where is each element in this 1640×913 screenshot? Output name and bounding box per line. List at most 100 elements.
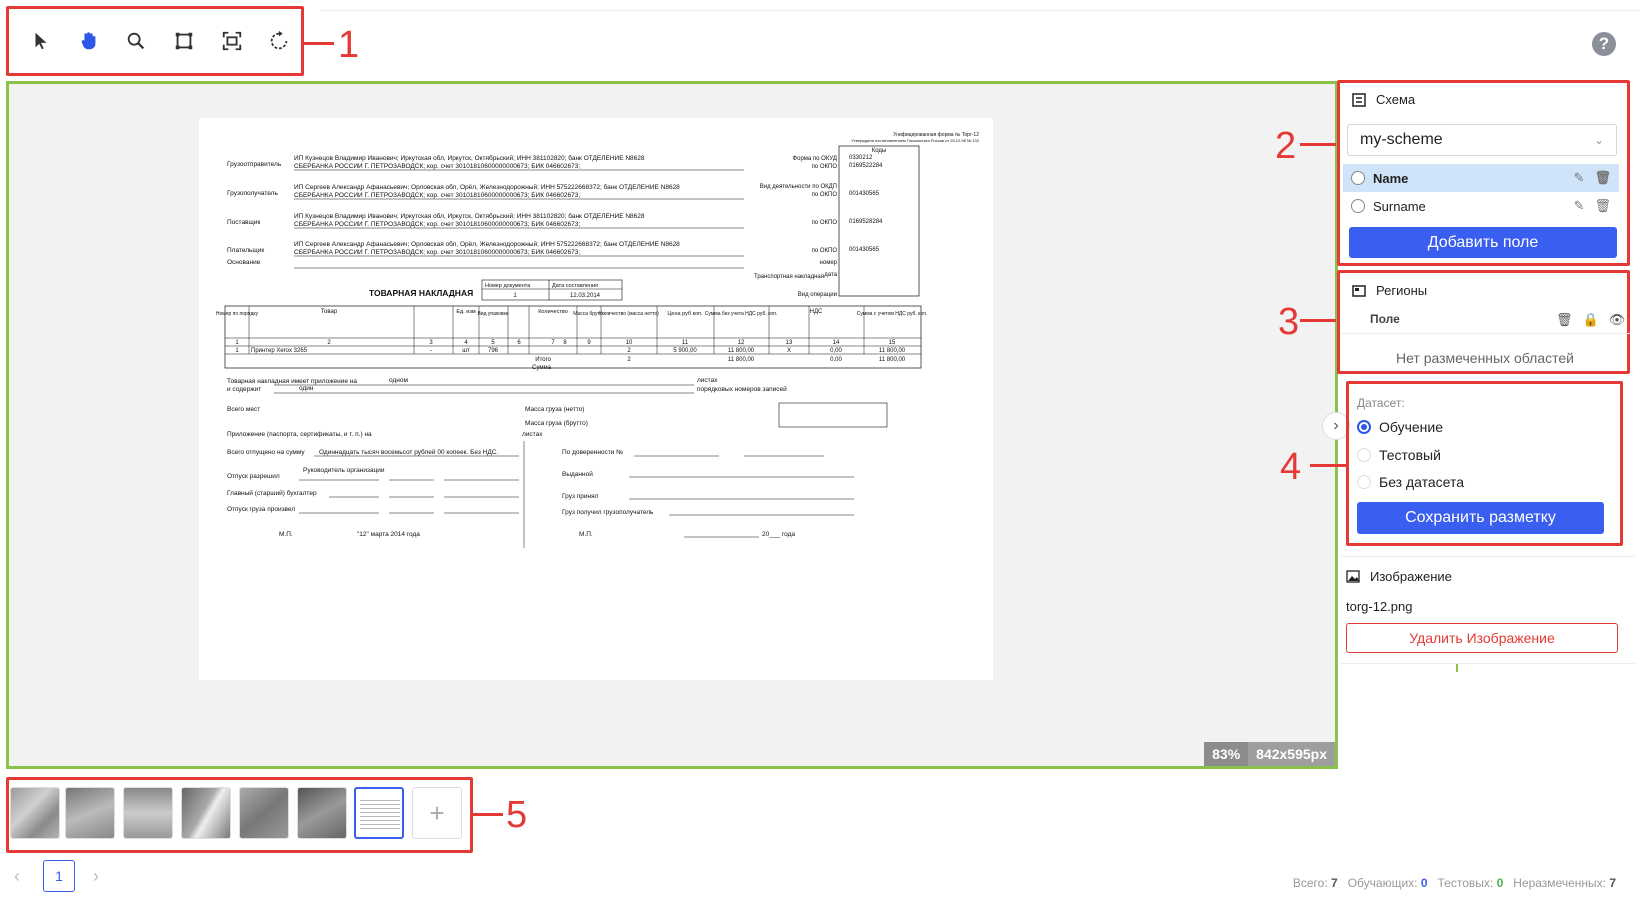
schema-field-surname[interactable]: Surname ✎ 🗑 <box>1343 192 1619 220</box>
thumbnail[interactable] <box>239 787 289 839</box>
save-markup-button[interactable]: Сохранить разметку <box>1357 502 1604 534</box>
doc-row-num: 1 <box>235 348 239 354</box>
dataset-option-label: Обучение <box>1379 419 1444 435</box>
doc-th-1: Товар <box>321 309 338 315</box>
dataset-option-label: Без датасета <box>1379 474 1465 490</box>
doc-codes: Коды <box>872 148 887 154</box>
doc-shipped-sum-val: Одиннадцать тысяч восемьсот рублей 00 ко… <box>319 448 498 456</box>
doc-col-num-8: 8 <box>563 340 567 346</box>
doc-th-6: Количество (масса нетто) <box>599 311 659 317</box>
edit-icon[interactable]: ✎ <box>1574 170 1585 186</box>
lock-icon[interactable]: 🔒 <box>1583 312 1599 328</box>
prev-page-button[interactable]: ‹ <box>14 866 20 887</box>
doc-shipped-sum: Всего отпущено на сумму <box>227 449 305 456</box>
doc-payer2: СБЕРБАНКА РОССИИ Г. ПЕТРОЗАВОДСК; кор. с… <box>294 249 580 256</box>
doc-col-num-14: 14 <box>833 340 840 346</box>
field-radio[interactable] <box>1351 171 1365 185</box>
doc-mp-1: М.П. <box>279 531 293 538</box>
trash-icon[interactable]: 🗑 <box>1556 312 1573 328</box>
select-arrow-icon[interactable] <box>19 19 63 63</box>
doc-sum-label: Сумма <box>532 365 552 371</box>
field-radio[interactable] <box>1351 199 1365 213</box>
panel-bottom-divider <box>1340 663 1635 664</box>
doc-th-3: Вид упаковки <box>477 311 508 317</box>
help-icon[interactable]: ? <box>1592 32 1616 56</box>
doc-total-all: 11 800,00 <box>879 357 906 363</box>
doc-row-unit: шт <box>462 348 470 354</box>
next-page-button[interactable]: › <box>93 866 99 887</box>
doc-issued: Выданной <box>562 470 593 478</box>
panel-marker <box>1456 664 1458 672</box>
doc-col-num-1: 1 <box>235 340 239 346</box>
doc-appendix: Приложение (паспорта, сертификаты, и т. … <box>227 431 372 438</box>
doc-total-sum: 11 800,00 <box>728 357 755 363</box>
scheme-select-value: my-scheme <box>1360 131 1443 148</box>
doc-consignee-label: Грузополучатель <box>227 190 278 197</box>
doc-col-num-4: 4 <box>464 340 468 346</box>
thumbnail[interactable] <box>65 787 115 839</box>
thumbnail[interactable] <box>297 787 347 839</box>
edit-icon[interactable]: ✎ <box>1574 198 1585 214</box>
doc-supplier-label: Поставщик <box>227 219 260 226</box>
thumbnail[interactable] <box>123 787 173 839</box>
zoom-icon[interactable] <box>114 19 158 63</box>
doc-attachment: Товарная накладная имеет приложение на <box>227 378 357 385</box>
dataset-radio[interactable] <box>1357 420 1371 434</box>
regions-actions: 🗑 🔒 👁 <box>1556 312 1625 328</box>
doc-basis-label: Основание <box>227 259 261 266</box>
thumbnail[interactable] <box>10 787 60 839</box>
doc-okpo-label-2: по ОКПО <box>812 192 838 198</box>
rotate-icon[interactable] <box>257 19 301 63</box>
zoom-level: 83% <box>1204 742 1249 766</box>
add-image-button[interactable]: + <box>412 787 462 839</box>
eye-icon[interactable]: 👁 <box>1609 312 1626 328</box>
schema-header: Схема <box>1352 92 1415 107</box>
doc-okpo-3: 0169528284 <box>849 219 883 225</box>
doc-contains-val: один <box>299 385 314 392</box>
doc-row-price: 5 900,00 <box>673 348 697 354</box>
doc-row-okei: 796 <box>488 348 499 354</box>
doc-supplier: ИП Кузнецов Владимир Иванович; Иркутская… <box>294 212 645 220</box>
doc-row-total: 11 800,00 <box>879 348 906 354</box>
doc-col-num-7: 7 <box>551 340 555 346</box>
trash-icon[interactable]: 🗑 <box>1594 170 1611 186</box>
hand-pan-icon[interactable] <box>67 19 111 63</box>
doc-sheets-2: листах <box>522 431 543 438</box>
delete-image-button[interactable]: Удалить Изображение <box>1346 623 1618 653</box>
crop-box-icon[interactable] <box>162 19 206 63</box>
dataset-label: Датасет: <box>1357 396 1405 410</box>
doc-okpo-label-1: по ОКПО <box>812 164 838 170</box>
page-1-button[interactable]: 1 <box>43 860 75 892</box>
thumbnail-selected[interactable] <box>354 787 404 839</box>
doc-okpo-2: 001430565 <box>849 191 880 197</box>
doc-num-label: Номер документа <box>485 283 531 289</box>
doc-number-label: номер <box>820 260 838 266</box>
regions-divider <box>1340 333 1630 334</box>
doc-head: Руководитель организации <box>303 467 385 474</box>
thumbnail[interactable] <box>181 787 231 839</box>
stats-unlabeled: Неразмеченных: 7 <box>1513 876 1616 890</box>
add-field-button[interactable]: Добавить поле <box>1349 227 1617 258</box>
toolbar <box>6 6 304 76</box>
callout-2: 2 <box>1275 125 1297 167</box>
doc-contains: и содержит <box>227 386 261 393</box>
doc-okpo-label-3: по ОКПО <box>812 220 838 226</box>
dataset-option-label: Тестовый <box>1379 447 1441 463</box>
zoom-badge: 83% 842x595px <box>1204 742 1335 766</box>
fit-screen-icon[interactable] <box>210 19 254 63</box>
trash-icon[interactable]: 🗑 <box>1594 198 1611 214</box>
schema-icon <box>1352 92 1366 107</box>
image-canvas[interactable]: Унифицированная форма № Торг-12 Утвержде… <box>6 81 1338 769</box>
schema-field-name[interactable]: Name ✎ 🗑 <box>1343 164 1619 192</box>
dataset-option-train[interactable]: Обучение <box>1357 419 1443 435</box>
dataset-option-test[interactable]: Тестовый <box>1357 447 1441 463</box>
doc-th-9: НДС <box>810 309 823 315</box>
dataset-radio[interactable] <box>1357 448 1371 462</box>
schema-field-label: Name <box>1373 170 1409 186</box>
dataset-radio[interactable] <box>1357 475 1371 489</box>
doc-date-col-label: Дата составления <box>552 283 598 289</box>
doc-col-num-12: 12 <box>738 340 745 346</box>
dataset-option-none[interactable]: Без датасета <box>1357 474 1464 490</box>
scheme-select[interactable]: my-scheme ⌄ <box>1347 124 1617 156</box>
doc-consignee: ИП Сергеев Александр Афанасьевич; Орловс… <box>294 183 680 191</box>
